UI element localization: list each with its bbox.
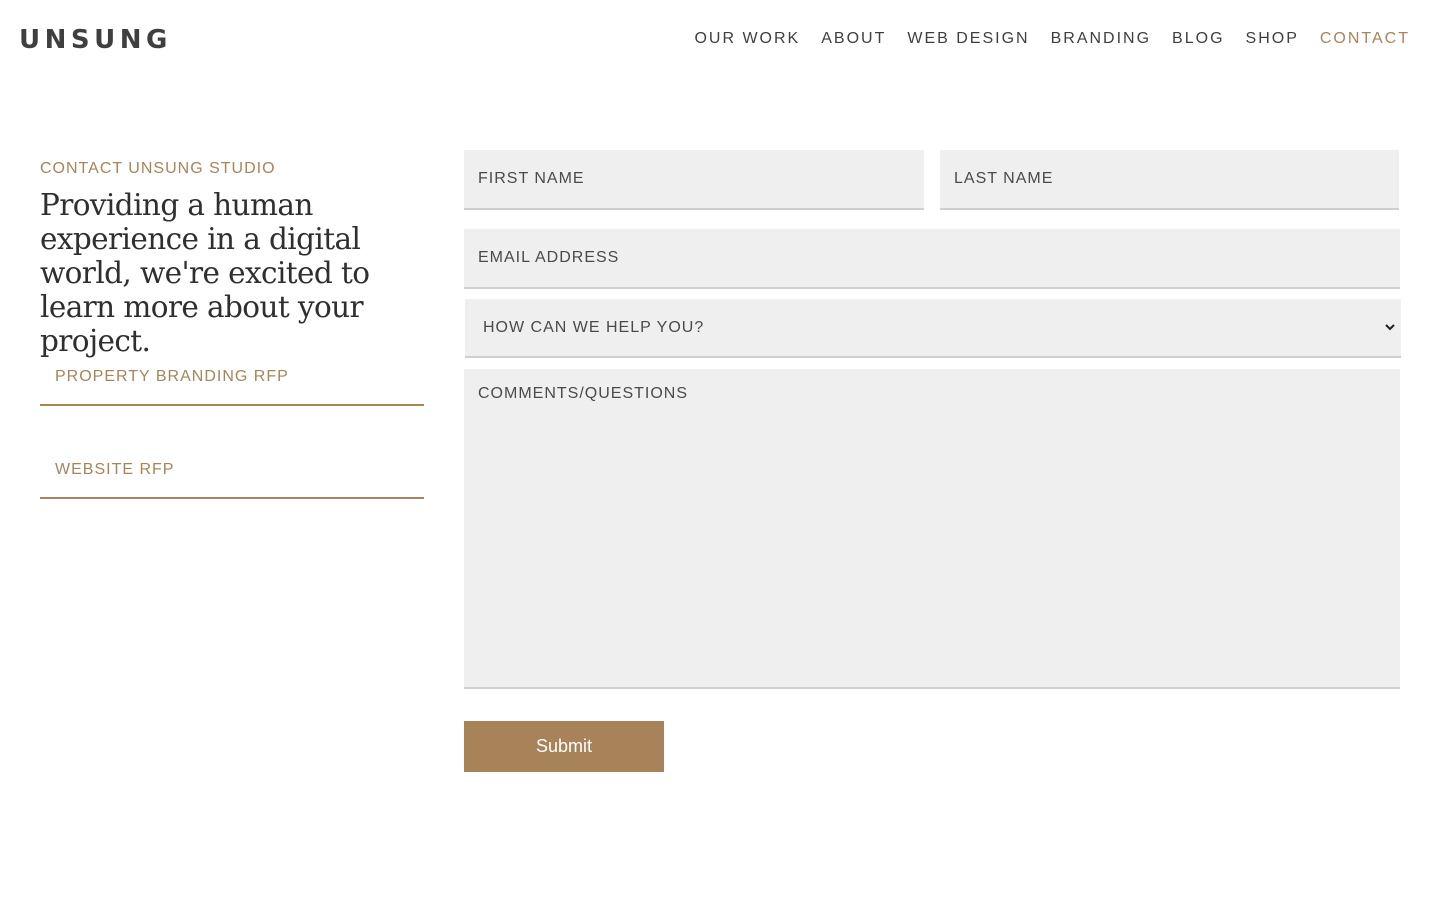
nav-web-design[interactable]: WEB DESIGN	[907, 29, 1029, 49]
website-rfp-link[interactable]: WEBSITE RFP	[40, 451, 424, 499]
property-branding-rfp-link[interactable]: PROPERTY BRANDING RFP	[40, 358, 424, 406]
section-eyebrow: CONTACT UNSUNG STUDIO	[40, 160, 276, 177]
site-header: UNSUNG OUR WORK ABOUT WEB DESIGN BRANDIN…	[0, 0, 1440, 80]
page-headline: Providing a human experience in a digita…	[40, 188, 370, 358]
main-nav: OUR WORK ABOUT WEB DESIGN BRANDING BLOG …	[694, 29, 1410, 49]
nav-our-work[interactable]: OUR WORK	[694, 29, 800, 49]
last-name-input[interactable]	[940, 150, 1399, 210]
help-type-select[interactable]: HOW CAN WE HELP YOU?	[465, 299, 1401, 358]
nav-shop[interactable]: SHOP	[1246, 29, 1299, 49]
submit-button[interactable]: Submit	[464, 721, 664, 772]
site-logo[interactable]: UNSUNG	[19, 24, 172, 56]
comments-textarea[interactable]	[464, 369, 1400, 689]
email-input[interactable]	[464, 229, 1400, 289]
nav-contact[interactable]: CONTACT	[1320, 29, 1410, 49]
chevron-down-icon	[1383, 321, 1397, 335]
first-name-input[interactable]	[464, 150, 924, 210]
nav-about[interactable]: ABOUT	[821, 29, 886, 49]
contact-intro: CONTACT UNSUNG STUDIO Providing a human …	[40, 158, 424, 358]
nav-blog[interactable]: BLOG	[1172, 29, 1224, 49]
nav-branding[interactable]: BRANDING	[1051, 29, 1151, 49]
help-select-value: HOW CAN WE HELP YOU?	[483, 318, 705, 336]
